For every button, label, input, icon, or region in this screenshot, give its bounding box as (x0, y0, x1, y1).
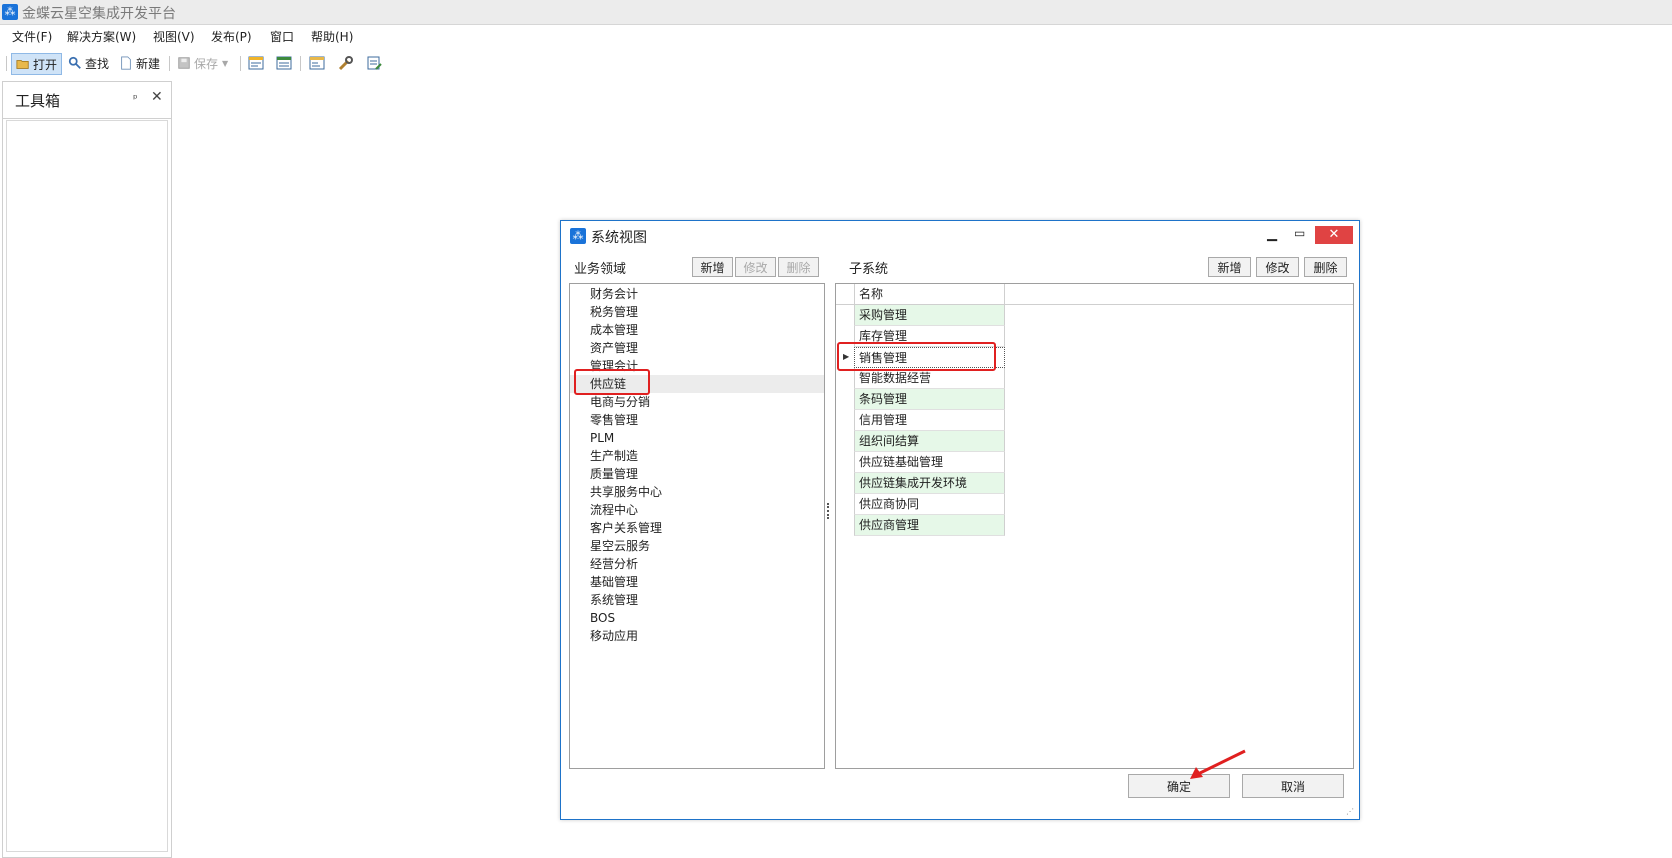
tools-icon[interactable] (338, 55, 354, 71)
table-row[interactable]: 智能数据经营 (854, 368, 1005, 389)
system-view-dialog: ⁂ 系统视图 ▁ ▭ ✕ 业务领域 新增 修改 删除 子系统 新增 修改 删除 … (560, 220, 1360, 820)
new-label: 新建 (136, 56, 161, 71)
app-logo-icon: ⁂ (570, 228, 586, 244)
column-header-name[interactable]: 名称 (854, 284, 1005, 304)
edit-document-icon[interactable] (367, 55, 383, 71)
table-row[interactable]: 采购管理 (854, 305, 1005, 326)
menu-help[interactable]: 帮助(H) (311, 28, 353, 45)
toolbar-separator (169, 56, 170, 71)
dialog-titlebar: ⁂ 系统视图 ▁ ▭ ✕ (561, 221, 1359, 251)
grid-header: 名称 (836, 284, 1353, 305)
list-item[interactable]: 共享服务中心 (570, 483, 824, 501)
save-button[interactable]: 保存 ▼ (177, 53, 228, 73)
open-label: 打开 (33, 57, 58, 72)
table-row[interactable]: 信用管理 (854, 410, 1005, 431)
toolbox-content (6, 120, 168, 852)
business-domain-list[interactable]: 财务会计 税务管理 成本管理 资产管理 管理会计 供应链 电商与分销 零售管理 … (569, 283, 825, 769)
form-designer-icon[interactable] (248, 55, 264, 71)
app-titlebar: ⁂ 金蝶云星空集成开发平台 (0, 0, 1672, 25)
dialog-title: 系统视图 (591, 230, 647, 246)
toolbox-title: 工具箱 (15, 92, 61, 110)
list-item[interactable]: PLM (570, 429, 824, 447)
toolbar: 打开 查找 新建 保存 ▼ (0, 50, 1672, 76)
list-item[interactable]: 星空云服务 (570, 537, 824, 555)
cancel-button[interactable]: 取消 (1242, 774, 1344, 798)
toolbox-header: 工具箱 ᵖ ✕ (3, 82, 171, 119)
annotation-arrow-icon (1190, 749, 1246, 779)
app-title: 金蝶云星空集成开发平台 (22, 6, 176, 22)
subsystem-edit-button[interactable]: 修改 (1256, 257, 1299, 277)
table-row[interactable]: 供应商协同 (854, 494, 1005, 515)
menu-file[interactable]: 文件(F) (12, 28, 52, 45)
menubar: 文件(F) 解决方案(W) 视图(V) 发布(P) 窗口 帮助(H) (0, 25, 1672, 47)
list-item[interactable]: 零售管理 (570, 411, 824, 429)
toolbox-panel: 工具箱 ᵖ ✕ (2, 81, 172, 858)
list-item[interactable]: 流程中心 (570, 501, 824, 519)
subsystem-add-button[interactable]: 新增 (1208, 257, 1251, 277)
new-button[interactable]: 新建 (119, 53, 160, 73)
save-label: 保存 (194, 56, 219, 71)
pin-icon[interactable]: ᵖ (133, 92, 138, 105)
list-item[interactable]: 成本管理 (570, 321, 824, 339)
list-item[interactable]: 基础管理 (570, 573, 824, 591)
table-row[interactable]: 供应商管理 (854, 515, 1005, 536)
highlight-box-domain (574, 369, 650, 395)
close-icon: ✕ (1328, 227, 1340, 242)
list-item[interactable]: 生产制造 (570, 447, 824, 465)
menu-publish[interactable]: 发布(P) (211, 28, 252, 45)
subsystem-label: 子系统 (849, 262, 889, 277)
list-view-icon[interactable] (276, 55, 292, 71)
list-item[interactable]: 资产管理 (570, 339, 824, 357)
minimize-icon[interactable]: ▁ (1267, 227, 1277, 242)
report-icon[interactable] (309, 55, 325, 71)
save-icon (178, 57, 190, 69)
domain-edit-button[interactable]: 修改 (735, 257, 776, 277)
menu-view[interactable]: 视图(V) (153, 28, 195, 45)
list-item[interactable]: 系统管理 (570, 591, 824, 609)
subsystem-delete-button[interactable]: 删除 (1304, 257, 1347, 277)
maximize-icon[interactable]: ▭ (1294, 226, 1305, 240)
highlight-box-subsystem (837, 342, 996, 371)
list-item[interactable]: 财务会计 (570, 285, 824, 303)
list-item[interactable]: BOS (570, 609, 824, 627)
close-icon[interactable]: ✕ (151, 89, 163, 105)
open-button[interactable]: 打开 (11, 53, 63, 75)
list-item[interactable]: 质量管理 (570, 465, 824, 483)
search-icon (68, 56, 81, 69)
toolbar-separator (240, 56, 241, 71)
close-button[interactable]: ✕ (1315, 226, 1353, 244)
domain-delete-button[interactable]: 删除 (778, 257, 819, 277)
table-row[interactable]: 条码管理 (854, 389, 1005, 410)
menu-window[interactable]: 窗口 (270, 28, 294, 45)
toolbar-grip (6, 56, 7, 71)
resize-grip-icon[interactable]: ⋰ (1346, 807, 1354, 816)
toolbar-separator (300, 56, 301, 71)
list-item[interactable]: 经营分析 (570, 555, 824, 573)
list-item[interactable]: 税务管理 (570, 303, 824, 321)
table-row[interactable]: 组织间结算 (854, 431, 1005, 452)
list-item[interactable]: 客户关系管理 (570, 519, 824, 537)
folder-open-icon (16, 60, 29, 69)
chevron-down-icon[interactable]: ▼ (222, 59, 228, 68)
splitter-handle[interactable] (827, 503, 832, 519)
table-row[interactable]: 供应链基础管理 (854, 452, 1005, 473)
list-item[interactable]: 电商与分销 (570, 393, 824, 411)
list-item[interactable]: 移动应用 (570, 627, 824, 645)
find-label: 查找 (85, 56, 110, 71)
new-document-icon (121, 56, 131, 70)
business-domain-label: 业务领域 (574, 262, 627, 277)
domain-add-button[interactable]: 新增 (692, 257, 733, 277)
find-button[interactable]: 查找 (68, 53, 109, 73)
table-row[interactable]: 供应链集成开发环境 (854, 473, 1005, 494)
app-logo-icon: ⁂ (2, 4, 18, 20)
menu-solution[interactable]: 解决方案(W) (67, 28, 136, 45)
